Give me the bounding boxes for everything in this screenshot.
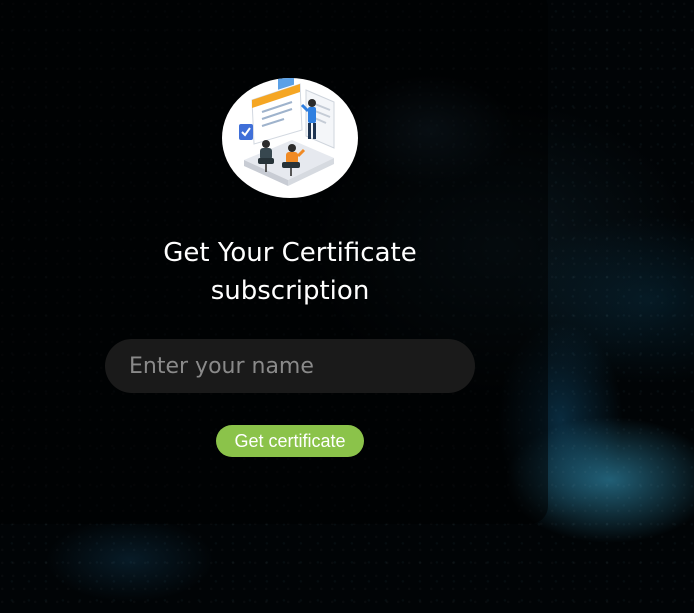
team-presentation-illustration-icon bbox=[222, 78, 358, 198]
title-line-2: subscription bbox=[210, 276, 370, 306]
page-title: Get Your Certificate subscription bbox=[90, 234, 490, 310]
title-line-1: Get Your Certificate bbox=[163, 238, 417, 268]
get-certificate-button[interactable]: Get certificate bbox=[216, 425, 364, 457]
name-input[interactable] bbox=[105, 339, 475, 393]
page-background: Get Your Certificate subscription Get ce… bbox=[0, 0, 694, 613]
